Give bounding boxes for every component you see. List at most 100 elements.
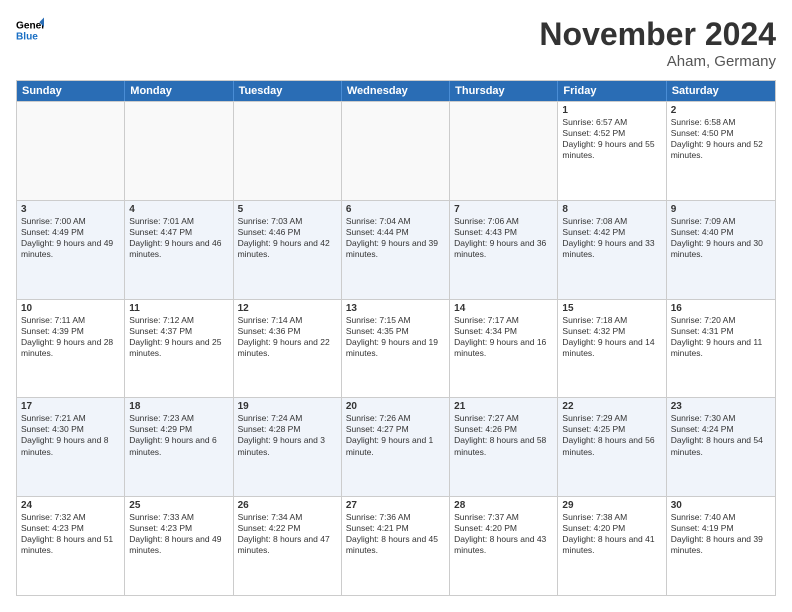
day-number: 5 [238,204,337,215]
day-info: Sunrise: 7:01 AM Sunset: 4:47 PM Dayligh… [129,216,228,260]
calendar-body: 1Sunrise: 6:57 AM Sunset: 4:52 PM Daylig… [17,101,775,595]
day-number: 16 [671,303,771,314]
empty-cell-0-2 [234,102,342,200]
day-info: Sunrise: 7:27 AM Sunset: 4:26 PM Dayligh… [454,413,553,457]
day-number: 26 [238,500,337,511]
day-cell-16: 16Sunrise: 7:20 AM Sunset: 4:31 PM Dayli… [667,300,775,398]
calendar: SundayMondayTuesdayWednesdayThursdayFrid… [16,80,776,596]
day-cell-23: 23Sunrise: 7:30 AM Sunset: 4:24 PM Dayli… [667,398,775,496]
day-cell-22: 22Sunrise: 7:29 AM Sunset: 4:25 PM Dayli… [558,398,666,496]
day-cell-11: 11Sunrise: 7:12 AM Sunset: 4:37 PM Dayli… [125,300,233,398]
day-number: 20 [346,401,445,412]
day-info: Sunrise: 7:30 AM Sunset: 4:24 PM Dayligh… [671,413,771,457]
day-info: Sunrise: 7:20 AM Sunset: 4:31 PM Dayligh… [671,315,771,359]
day-cell-28: 28Sunrise: 7:37 AM Sunset: 4:20 PM Dayli… [450,497,558,595]
day-number: 23 [671,401,771,412]
day-cell-13: 13Sunrise: 7:15 AM Sunset: 4:35 PM Dayli… [342,300,450,398]
day-cell-30: 30Sunrise: 7:40 AM Sunset: 4:19 PM Dayli… [667,497,775,595]
day-cell-2: 2Sunrise: 6:58 AM Sunset: 4:50 PM Daylig… [667,102,775,200]
empty-cell-0-3 [342,102,450,200]
day-number: 7 [454,204,553,215]
day-number: 27 [346,500,445,511]
day-number: 21 [454,401,553,412]
calendar-row-3: 17Sunrise: 7:21 AM Sunset: 4:30 PM Dayli… [17,397,775,496]
header-day-wednesday: Wednesday [342,81,450,101]
header-day-monday: Monday [125,81,233,101]
day-info: Sunrise: 7:04 AM Sunset: 4:44 PM Dayligh… [346,216,445,260]
day-cell-27: 27Sunrise: 7:36 AM Sunset: 4:21 PM Dayli… [342,497,450,595]
day-cell-5: 5Sunrise: 7:03 AM Sunset: 4:46 PM Daylig… [234,201,342,299]
day-cell-12: 12Sunrise: 7:14 AM Sunset: 4:36 PM Dayli… [234,300,342,398]
day-number: 22 [562,401,661,412]
day-number: 1 [562,105,661,116]
day-info: Sunrise: 7:40 AM Sunset: 4:19 PM Dayligh… [671,512,771,556]
day-info: Sunrise: 7:15 AM Sunset: 4:35 PM Dayligh… [346,315,445,359]
header-day-friday: Friday [558,81,666,101]
calendar-row-4: 24Sunrise: 7:32 AM Sunset: 4:23 PM Dayli… [17,496,775,595]
day-number: 2 [671,105,771,116]
day-number: 10 [21,303,120,314]
day-info: Sunrise: 6:57 AM Sunset: 4:52 PM Dayligh… [562,117,661,161]
day-cell-4: 4Sunrise: 7:01 AM Sunset: 4:47 PM Daylig… [125,201,233,299]
day-info: Sunrise: 7:37 AM Sunset: 4:20 PM Dayligh… [454,512,553,556]
location: Aham, Germany [539,53,776,70]
day-cell-25: 25Sunrise: 7:33 AM Sunset: 4:23 PM Dayli… [125,497,233,595]
day-cell-19: 19Sunrise: 7:24 AM Sunset: 4:28 PM Dayli… [234,398,342,496]
header-day-sunday: Sunday [17,81,125,101]
day-cell-8: 8Sunrise: 7:08 AM Sunset: 4:42 PM Daylig… [558,201,666,299]
day-cell-24: 24Sunrise: 7:32 AM Sunset: 4:23 PM Dayli… [17,497,125,595]
header-day-saturday: Saturday [667,81,775,101]
day-info: Sunrise: 7:21 AM Sunset: 4:30 PM Dayligh… [21,413,120,457]
day-number: 30 [671,500,771,511]
day-cell-26: 26Sunrise: 7:34 AM Sunset: 4:22 PM Dayli… [234,497,342,595]
day-cell-18: 18Sunrise: 7:23 AM Sunset: 4:29 PM Dayli… [125,398,233,496]
day-info: Sunrise: 7:36 AM Sunset: 4:21 PM Dayligh… [346,512,445,556]
day-info: Sunrise: 7:17 AM Sunset: 4:34 PM Dayligh… [454,315,553,359]
day-info: Sunrise: 7:29 AM Sunset: 4:25 PM Dayligh… [562,413,661,457]
day-cell-7: 7Sunrise: 7:06 AM Sunset: 4:43 PM Daylig… [450,201,558,299]
day-cell-9: 9Sunrise: 7:09 AM Sunset: 4:40 PM Daylig… [667,201,775,299]
empty-cell-0-0 [17,102,125,200]
day-cell-1: 1Sunrise: 6:57 AM Sunset: 4:52 PM Daylig… [558,102,666,200]
calendar-row-1: 3Sunrise: 7:00 AM Sunset: 4:49 PM Daylig… [17,200,775,299]
day-info: Sunrise: 6:58 AM Sunset: 4:50 PM Dayligh… [671,117,771,161]
day-number: 28 [454,500,553,511]
day-info: Sunrise: 7:12 AM Sunset: 4:37 PM Dayligh… [129,315,228,359]
day-cell-29: 29Sunrise: 7:38 AM Sunset: 4:20 PM Dayli… [558,497,666,595]
logo-icon: General Blue [16,16,44,44]
day-cell-17: 17Sunrise: 7:21 AM Sunset: 4:30 PM Dayli… [17,398,125,496]
header-day-thursday: Thursday [450,81,558,101]
day-number: 8 [562,204,661,215]
day-info: Sunrise: 7:33 AM Sunset: 4:23 PM Dayligh… [129,512,228,556]
day-info: Sunrise: 7:23 AM Sunset: 4:29 PM Dayligh… [129,413,228,457]
day-cell-10: 10Sunrise: 7:11 AM Sunset: 4:39 PM Dayli… [17,300,125,398]
day-cell-3: 3Sunrise: 7:00 AM Sunset: 4:49 PM Daylig… [17,201,125,299]
day-info: Sunrise: 7:24 AM Sunset: 4:28 PM Dayligh… [238,413,337,457]
calendar-row-2: 10Sunrise: 7:11 AM Sunset: 4:39 PM Dayli… [17,299,775,398]
day-number: 15 [562,303,661,314]
day-info: Sunrise: 7:34 AM Sunset: 4:22 PM Dayligh… [238,512,337,556]
day-number: 11 [129,303,228,314]
day-cell-14: 14Sunrise: 7:17 AM Sunset: 4:34 PM Dayli… [450,300,558,398]
month-title: November 2024 [539,16,776,53]
svg-text:Blue: Blue [16,31,38,42]
day-number: 6 [346,204,445,215]
day-number: 9 [671,204,771,215]
day-number: 12 [238,303,337,314]
logo: General Blue [16,16,44,44]
empty-cell-0-4 [450,102,558,200]
day-number: 17 [21,401,120,412]
day-cell-15: 15Sunrise: 7:18 AM Sunset: 4:32 PM Dayli… [558,300,666,398]
day-number: 13 [346,303,445,314]
day-info: Sunrise: 7:03 AM Sunset: 4:46 PM Dayligh… [238,216,337,260]
day-number: 14 [454,303,553,314]
day-number: 25 [129,500,228,511]
day-cell-20: 20Sunrise: 7:26 AM Sunset: 4:27 PM Dayli… [342,398,450,496]
day-cell-6: 6Sunrise: 7:04 AM Sunset: 4:44 PM Daylig… [342,201,450,299]
header-day-tuesday: Tuesday [234,81,342,101]
day-number: 4 [129,204,228,215]
day-info: Sunrise: 7:08 AM Sunset: 4:42 PM Dayligh… [562,216,661,260]
day-info: Sunrise: 7:06 AM Sunset: 4:43 PM Dayligh… [454,216,553,260]
day-info: Sunrise: 7:38 AM Sunset: 4:20 PM Dayligh… [562,512,661,556]
day-number: 29 [562,500,661,511]
